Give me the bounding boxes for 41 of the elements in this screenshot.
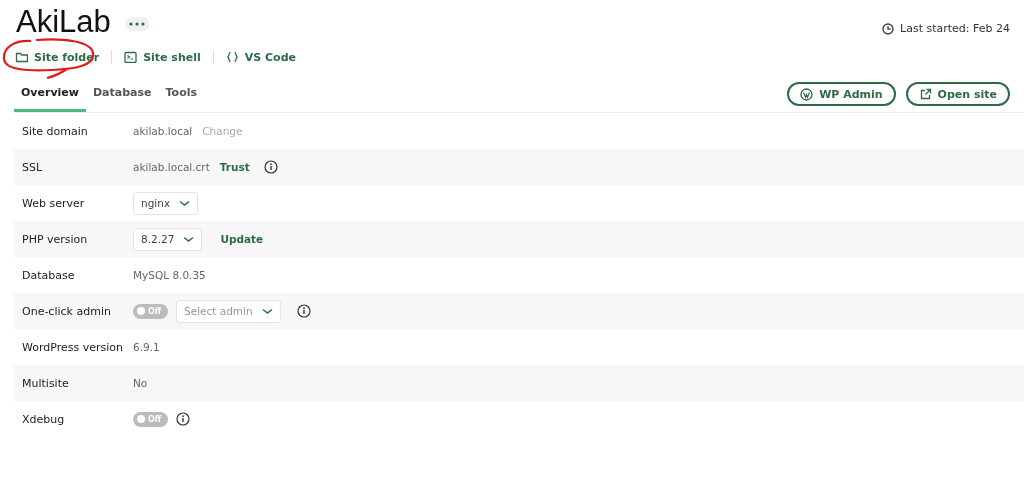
value-text: akilab.local xyxy=(133,125,193,137)
row-label: PHP version xyxy=(21,232,89,246)
text-link[interactable]: Trust xyxy=(217,161,250,173)
select-field[interactable]: nginx xyxy=(133,191,199,215)
site-title: AkiLab xyxy=(16,3,111,41)
value-text: MySQL 8.0.35 xyxy=(133,269,206,281)
tab[interactable]: Tools xyxy=(158,86,204,112)
row-label: Multisite xyxy=(21,376,70,390)
action-link[interactable]: Site shell xyxy=(124,50,201,64)
row-label: One-click admin xyxy=(21,304,112,318)
ellipsis-icon xyxy=(128,22,145,26)
row-label: SSL xyxy=(21,160,44,174)
last-started-text: Last started: Feb 24 xyxy=(900,22,1010,35)
row-label: Xdebug xyxy=(21,412,66,426)
pill-button[interactable]: WP Admin xyxy=(787,82,896,106)
text-link[interactable]: Update xyxy=(218,233,264,245)
braces-icon xyxy=(225,51,239,63)
tab[interactable]: Overview xyxy=(14,86,86,112)
value-text: No xyxy=(133,377,148,389)
info-icon xyxy=(263,160,278,174)
clock-icon xyxy=(882,22,895,35)
row-label: Site domain xyxy=(21,124,89,138)
row-label: WordPress version xyxy=(21,340,124,354)
folder-icon xyxy=(15,51,28,63)
value-text: akilab.local.crt xyxy=(133,161,210,173)
terminal-icon xyxy=(124,51,138,63)
info-icon xyxy=(296,304,311,318)
row-label: Database xyxy=(21,268,76,282)
pill-button[interactable]: Open site xyxy=(905,82,1010,106)
action-link[interactable]: VS Code xyxy=(225,50,296,64)
chevron-down-icon xyxy=(261,307,273,315)
tab[interactable]: Database xyxy=(86,86,159,112)
select-field[interactable]: 8.2.27 xyxy=(133,227,203,251)
external-link-icon xyxy=(918,87,932,101)
value-text: 6.9.1 xyxy=(133,341,160,353)
more-button[interactable] xyxy=(124,17,149,31)
wordpress-icon xyxy=(800,87,814,101)
info-icon xyxy=(176,412,190,426)
chevron-down-icon xyxy=(179,199,191,207)
chevron-down-icon xyxy=(183,235,195,243)
row-label: Web server xyxy=(21,196,86,210)
